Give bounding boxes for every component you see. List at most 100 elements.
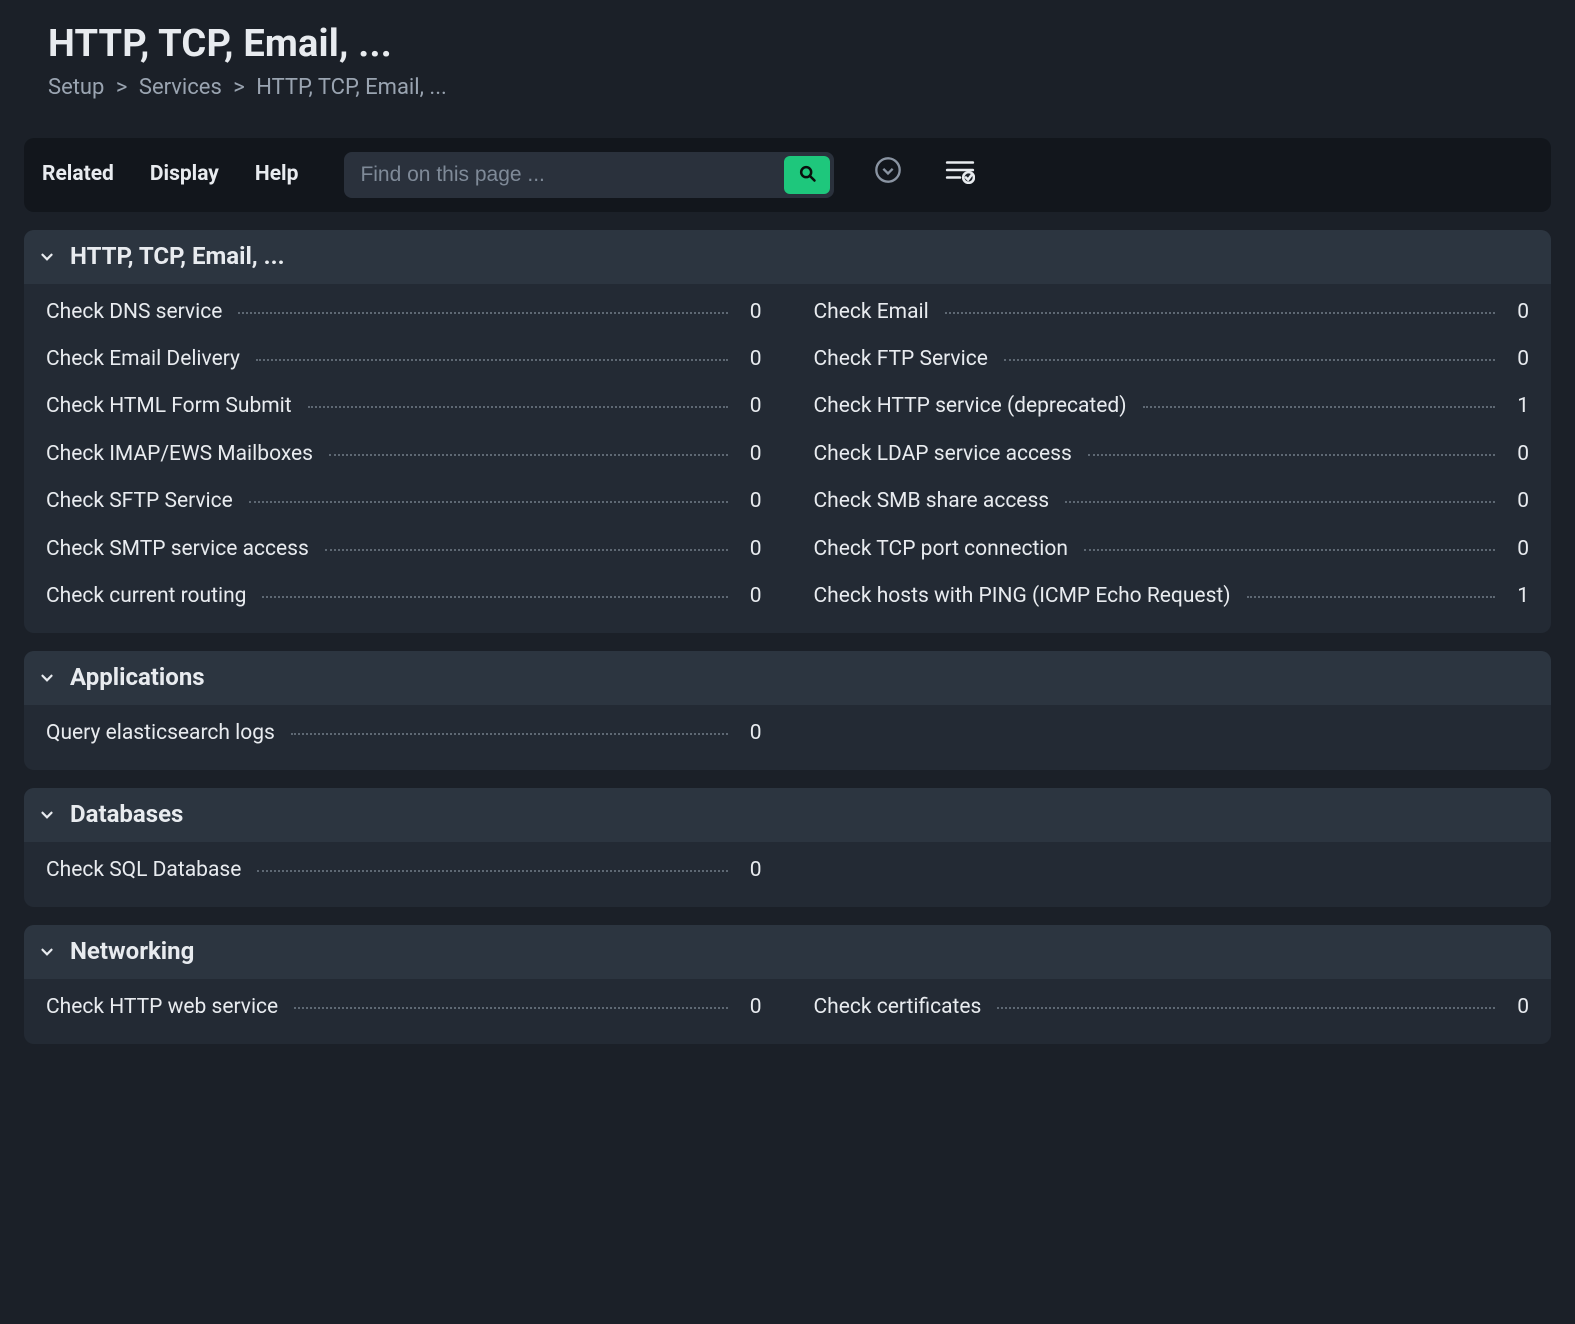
rule-link[interactable]: Check SQL Database — [46, 856, 241, 885]
rule-link[interactable]: Check TCP port connection — [814, 535, 1069, 564]
rule-link[interactable]: Check Email — [814, 298, 929, 327]
rule-count: 0 — [744, 856, 762, 885]
search-input[interactable] — [344, 152, 784, 198]
rule-count: 1 — [1511, 392, 1529, 421]
breadcrumb: Setup > Services > HTTP, TCP, Email, ... — [48, 73, 1527, 104]
filter-settings-button[interactable] — [942, 157, 978, 193]
row-grid: Check SQL Database 0 — [46, 856, 1529, 885]
rule-link[interactable]: Check SMTP service access — [46, 535, 309, 564]
chevron-down-icon — [38, 806, 56, 824]
rule-link[interactable]: Check HTML Form Submit — [46, 392, 292, 421]
list-item: Check FTP Service 0 — [814, 345, 1530, 374]
section-header-networking[interactable]: Networking — [24, 925, 1551, 979]
dotted-filler — [329, 454, 727, 456]
rule-link[interactable]: Check SMB share access — [814, 487, 1050, 516]
rule-count: 0 — [744, 719, 762, 748]
rule-count: 1 — [1511, 582, 1529, 611]
list-item: Check DNS service 0 — [46, 298, 762, 327]
dotted-filler — [249, 501, 728, 503]
rule-link[interactable]: Check DNS service — [46, 298, 222, 327]
section-databases: Databases Check SQL Database 0 — [24, 788, 1551, 907]
list-item: Check current routing 0 — [46, 582, 762, 611]
rule-link[interactable]: Check HTTP web service — [46, 993, 278, 1022]
list-item: Check SFTP Service 0 — [46, 487, 762, 516]
rule-link[interactable]: Check hosts with PING (ICMP Echo Request… — [814, 582, 1231, 611]
list-item: Query elasticsearch logs 0 — [46, 719, 762, 748]
page-root: HTTP, TCP, Email, ... Setup > Services >… — [0, 0, 1575, 1324]
section-applications: Applications Query elasticsearch logs 0 — [24, 651, 1551, 770]
dotted-filler — [256, 359, 728, 361]
list-item: Check IMAP/EWS Mailboxes 0 — [46, 440, 762, 469]
section-networking: Networking Check HTTP web service0 Check c… — [24, 925, 1551, 1044]
list-item: Check HTTP web service0 — [46, 993, 762, 1022]
rule-link[interactable]: Check FTP Service — [814, 345, 988, 374]
breadcrumb-current: HTTP, TCP, Email, ... — [256, 75, 447, 100]
section-header-http[interactable]: HTTP, TCP, Email, ... — [24, 230, 1551, 284]
rule-count: 0 — [1511, 345, 1529, 374]
list-item: Check Email 0 — [814, 298, 1530, 327]
list-item: Check TCP port connection 0 — [814, 535, 1530, 564]
search-button[interactable] — [784, 156, 830, 194]
rule-count: 0 — [744, 535, 762, 564]
dotted-filler — [945, 312, 1495, 314]
dotted-filler — [1004, 359, 1495, 361]
list-item: Check SMTP service access 0 — [46, 535, 762, 564]
dotted-filler — [294, 1007, 727, 1009]
list-item: Check HTML Form Submit 0 — [46, 392, 762, 421]
list-item: Check hosts with PING (ICMP Echo Request… — [814, 582, 1530, 611]
dotted-filler — [1088, 454, 1495, 456]
sections-container: HTTP, TCP, Email, ...Check DNS service0C… — [24, 230, 1551, 1044]
rule-count: 0 — [744, 487, 762, 516]
rule-link[interactable]: Check Email Delivery — [46, 345, 240, 374]
rule-link[interactable]: Check LDAP service access — [814, 440, 1072, 469]
section-body: Check DNS service0Check Email0Check Emai… — [24, 284, 1551, 634]
rule-count: 0 — [1511, 535, 1529, 564]
chevron-down-icon — [38, 669, 56, 687]
breadcrumb-setup[interactable]: Setup — [48, 75, 104, 100]
rule-link[interactable]: Check SFTP Service — [46, 487, 233, 516]
row-grid: Check DNS service0Check Email0Check Emai… — [46, 298, 1529, 612]
dotted-filler — [1247, 596, 1495, 598]
section-http: HTTP, TCP, Email, ...Check DNS service0C… — [24, 230, 1551, 633]
section-title: Networking — [70, 935, 194, 969]
breadcrumb-services[interactable]: Services — [139, 75, 222, 100]
row-grid: Query elasticsearch logs 0 — [46, 719, 1529, 748]
rule-count: 0 — [744, 582, 762, 611]
menu-related[interactable]: Related — [42, 160, 114, 189]
rule-count: 0 — [1511, 440, 1529, 469]
rule-count: 0 — [744, 440, 762, 469]
section-title: HTTP, TCP, Email, ... — [70, 240, 285, 274]
dotted-filler — [325, 549, 728, 551]
chevron-down-icon — [38, 943, 56, 961]
rule-link[interactable]: Check certificates — [814, 993, 982, 1022]
menu-help[interactable]: Help — [255, 160, 299, 189]
list-item: Check HTTP service (deprecated) 1 — [814, 392, 1530, 421]
toolbar: Related Display Help — [24, 138, 1551, 212]
section-title: Databases — [70, 798, 183, 832]
menu-display[interactable]: Display — [150, 160, 219, 189]
chevron-down-icon — [38, 248, 56, 266]
breadcrumb-separator: > — [116, 75, 128, 100]
section-header-applications[interactable]: Applications — [24, 651, 1551, 705]
expand-toggle-button[interactable] — [870, 157, 906, 193]
dotted-filler — [262, 596, 727, 598]
section-title: Applications — [70, 661, 205, 695]
rule-count: 0 — [1511, 298, 1529, 327]
rule-link[interactable]: Check current routing — [46, 582, 246, 611]
dotted-filler — [308, 406, 728, 408]
rule-count: 0 — [1511, 487, 1529, 516]
chevron-down-circle-icon — [874, 156, 902, 193]
rule-count: 0 — [744, 345, 762, 374]
rule-count: 0 — [744, 298, 762, 327]
rule-link[interactable]: Check IMAP/EWS Mailboxes — [46, 440, 313, 469]
section-body: Check SQL Database 0 — [24, 842, 1551, 907]
section-body: Check HTTP web service0 Check certificate… — [24, 979, 1551, 1044]
rule-link[interactable]: Check HTTP service (deprecated) — [814, 392, 1127, 421]
rule-count: 0 — [744, 392, 762, 421]
list-item: Check SMB share access 0 — [814, 487, 1530, 516]
search-box — [344, 152, 834, 198]
rule-link[interactable]: Query elasticsearch logs — [46, 719, 275, 748]
page-title: HTTP, TCP, Email, ... — [48, 18, 1527, 71]
dotted-filler — [1143, 406, 1495, 408]
section-header-databases[interactable]: Databases — [24, 788, 1551, 842]
